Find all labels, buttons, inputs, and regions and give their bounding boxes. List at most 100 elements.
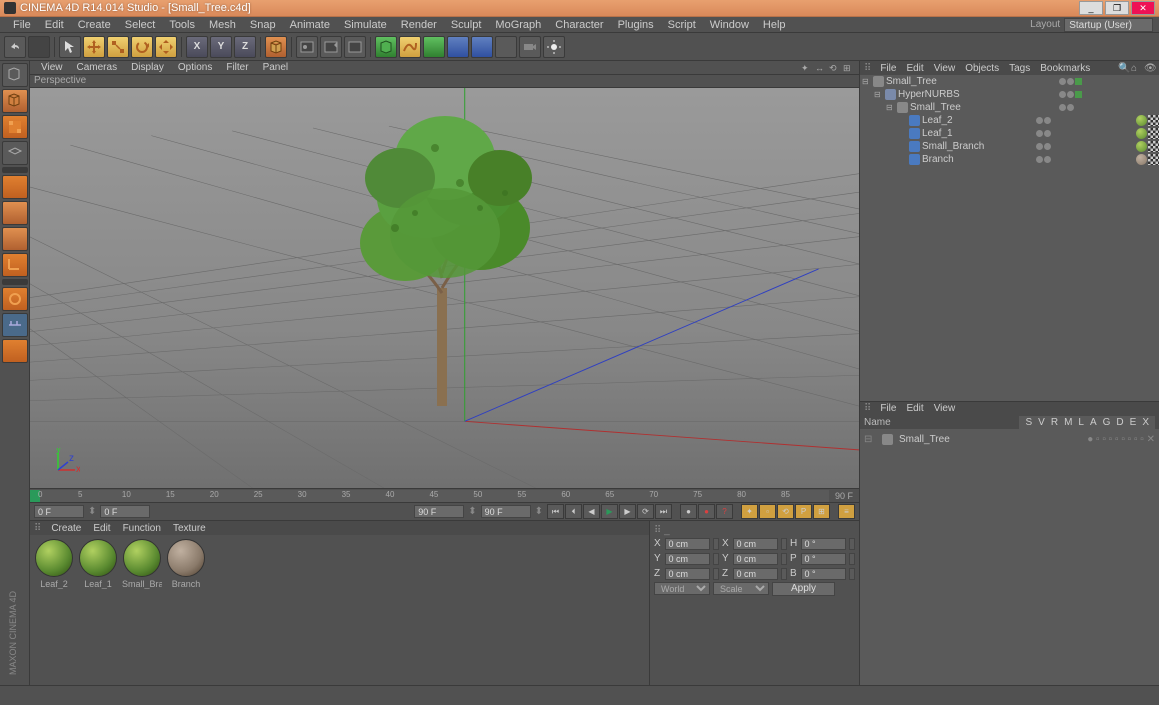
rotate-tool[interactable] <box>131 36 153 58</box>
material-tag-icon[interactable] <box>1136 141 1147 152</box>
om-search-icon[interactable]: 🔍 <box>1118 63 1129 74</box>
vp-menu-display[interactable]: Display <box>124 62 171 73</box>
visibility-editor-icon[interactable] <box>1036 156 1043 163</box>
menu-simulate[interactable]: Simulate <box>337 19 394 31</box>
vp-menu-cameras[interactable]: Cameras <box>70 62 125 73</box>
attr-tab-A[interactable]: A <box>1090 417 1097 428</box>
visibility-editor-icon[interactable] <box>1036 143 1043 150</box>
attr-tab-E[interactable]: E <box>1130 417 1137 428</box>
step-back-button[interactable]: ⏴ <box>565 504 582 519</box>
menu-plugins[interactable]: Plugins <box>611 19 661 31</box>
vp-nav-icon-1[interactable]: ✦ <box>801 63 813 73</box>
expand-icon[interactable]: ⊟ <box>862 77 871 86</box>
mat-menu-texture[interactable]: Texture <box>167 523 212 534</box>
move-tool-2[interactable] <box>155 36 177 58</box>
attr-tab-G[interactable]: G <box>1103 417 1111 428</box>
array-button[interactable] <box>447 36 469 58</box>
object-tree[interactable]: ⊟Small_Tree⊟HyperNURBS⊟Small_TreeLeaf_2L… <box>860 75 1159 401</box>
key-sel-button[interactable]: ≡ <box>838 504 855 519</box>
vp-menu-filter[interactable]: Filter <box>219 62 255 73</box>
frame-end-field[interactable] <box>481 505 531 518</box>
visibility-render-icon[interactable] <box>1067 78 1074 85</box>
tree-row-Leaf_1[interactable]: Leaf_1 <box>860 127 1159 140</box>
key-rot-button[interactable]: ⟲ <box>777 504 794 519</box>
menu-help[interactable]: Help <box>756 19 793 31</box>
point-mode-button[interactable] <box>2 175 28 199</box>
attr-tab-X[interactable]: X <box>1142 417 1149 428</box>
coord-apply-button[interactable]: Apply <box>772 582 835 596</box>
enable-icon[interactable] <box>1075 78 1082 85</box>
coord-space-select[interactable]: World <box>654 582 710 595</box>
attr-tab-M[interactable]: M <box>1064 417 1072 428</box>
close-button[interactable]: ✕ <box>1131 1 1155 15</box>
menu-edit[interactable]: Edit <box>38 19 71 31</box>
minimize-button[interactable]: _ <box>1079 1 1103 15</box>
texture-mode-button[interactable] <box>2 115 28 139</box>
tweak-button[interactable] <box>2 287 28 311</box>
coord-Z-pos[interactable] <box>665 568 710 580</box>
tree-row-Small_Tree[interactable]: ⊟Small_Tree <box>860 75 1159 88</box>
om-menu-tags[interactable]: Tags <box>1004 63 1035 74</box>
coord-system-button[interactable] <box>265 36 287 58</box>
model-mode-button[interactable] <box>2 89 28 113</box>
vp-menu-options[interactable]: Options <box>171 62 219 73</box>
om-eye-icon[interactable]: 👁 <box>1144 63 1155 74</box>
snap-button[interactable] <box>2 313 28 337</box>
record-button[interactable]: ● <box>680 504 697 519</box>
uvw-tag-icon[interactable] <box>1148 154 1159 165</box>
om-menu-objects[interactable]: Objects <box>960 63 1004 74</box>
visibility-editor-icon[interactable] <box>1059 91 1066 98</box>
move-tool[interactable] <box>83 36 105 58</box>
menu-select[interactable]: Select <box>118 19 163 31</box>
expand-icon[interactable]: ⊟ <box>874 90 883 99</box>
menu-create[interactable]: Create <box>71 19 118 31</box>
render-view-button[interactable] <box>296 36 318 58</box>
am-menu-edit[interactable]: Edit <box>901 403 928 414</box>
attr-tab-D[interactable]: D <box>1116 417 1123 428</box>
make-editable-button[interactable] <box>2 63 28 87</box>
am-menu-file[interactable]: File <box>875 403 901 414</box>
key-help-button[interactable]: ? <box>716 504 733 519</box>
spline-button[interactable] <box>399 36 421 58</box>
nurbs-button[interactable] <box>423 36 445 58</box>
visibility-editor-icon[interactable] <box>1059 78 1066 85</box>
goto-start-button[interactable]: ⏮ <box>547 504 564 519</box>
visibility-render-icon[interactable] <box>1067 104 1074 111</box>
environment-button[interactable] <box>495 36 517 58</box>
undo-button[interactable] <box>4 36 26 58</box>
mat-menu-function[interactable]: Function <box>117 523 167 534</box>
menu-snap[interactable]: Snap <box>243 19 283 31</box>
uvw-tag-icon[interactable] <box>1148 115 1159 126</box>
tree-row-Leaf_2[interactable]: Leaf_2 <box>860 114 1159 127</box>
frame-start-field[interactable] <box>34 505 84 518</box>
vp-menu-view[interactable]: View <box>34 62 70 73</box>
attr-tab-R[interactable]: R <box>1051 417 1058 428</box>
edge-mode-button[interactable] <box>2 201 28 225</box>
menu-window[interactable]: Window <box>703 19 756 31</box>
om-menu-edit[interactable]: Edit <box>901 63 928 74</box>
key-pla-button[interactable]: ⊞ <box>813 504 830 519</box>
uvw-tag-icon[interactable] <box>1148 128 1159 139</box>
coord-B-rot[interactable] <box>801 568 846 580</box>
om-menu-bookmarks[interactable]: Bookmarks <box>1035 63 1095 74</box>
vp-nav-icon-4[interactable]: ⊞ <box>843 63 855 73</box>
attr-tab-S[interactable]: S <box>1025 417 1032 428</box>
polygon-mode-button[interactable] <box>2 227 28 251</box>
step-fwd-button[interactable]: ⟳ <box>637 504 654 519</box>
menu-character[interactable]: Character <box>548 19 610 31</box>
menu-sculpt[interactable]: Sculpt <box>444 19 489 31</box>
frame-field-3[interactable] <box>414 505 464 518</box>
frame-field-2[interactable] <box>100 505 150 518</box>
coord-X-pos[interactable] <box>665 538 710 550</box>
primitive-button[interactable] <box>375 36 397 58</box>
camera-button[interactable] <box>519 36 541 58</box>
workplane-button[interactable] <box>2 141 28 165</box>
menu-mograph[interactable]: MoGraph <box>488 19 548 31</box>
menu-tools[interactable]: Tools <box>162 19 202 31</box>
am-menu-view[interactable]: View <box>929 403 961 414</box>
key-pos-button[interactable]: ✦ <box>741 504 758 519</box>
coord-Y-size[interactable] <box>733 553 778 565</box>
key-scale-button[interactable]: ▫ <box>759 504 776 519</box>
material-Small_Bran[interactable]: Small_Bran <box>122 539 162 589</box>
scale-tool[interactable] <box>107 36 129 58</box>
